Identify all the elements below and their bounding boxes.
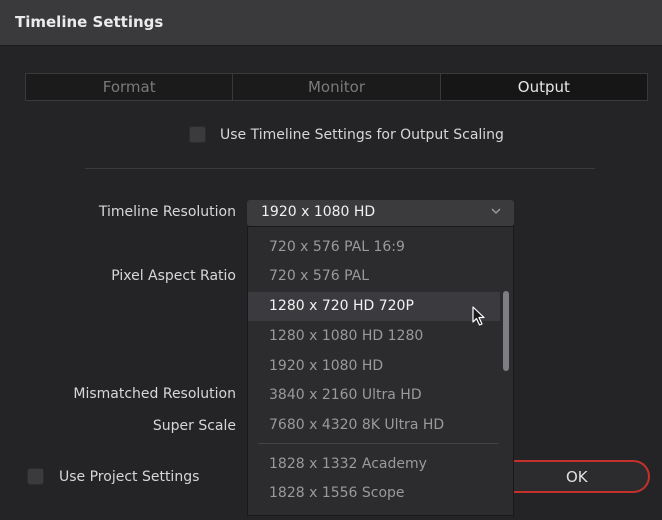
timeline-resolution-select[interactable]: 1920 x 1080 HD [247,200,514,226]
ok-button[interactable]: OK [514,460,650,493]
mismatched-resolution-label: Mismatched Resolution [73,386,236,402]
dropdown-option-highlighted[interactable]: 1280 x 720 HD 720P [248,292,500,321]
dropdown-option[interactable]: 1828 x 1556 Scope [248,479,500,508]
dropdown-separator [258,443,498,444]
mouse-pointer-icon [472,306,485,326]
window-title: Timeline Settings [15,13,164,31]
tab-monitor[interactable]: Monitor [233,74,441,100]
ok-button-label: OK [566,468,588,486]
dropdown-option[interactable]: 720 x 576 PAL 16:9 [248,233,500,262]
section-divider [85,168,595,169]
use-project-settings-checkbox[interactable] [27,468,44,485]
settings-tabs: Format Monitor Output [25,73,648,101]
pixel-aspect-ratio-label: Pixel Aspect Ratio [111,268,236,284]
use-project-settings-label: Use Project Settings [59,469,200,485]
dropdown-option[interactable]: 720 x 576 PAL [248,262,500,291]
dropdown-option[interactable]: 1920 x 1080 HD [248,352,500,381]
scrollbar-thumb[interactable] [503,291,509,371]
output-scaling-checkbox[interactable] [189,126,206,143]
dropdown-option[interactable]: 1828 x 1332 Academy [248,450,500,479]
selected-resolution: 1920 x 1080 HD [261,204,376,220]
dropdown-option[interactable]: 3840 x 2160 Ultra HD [248,381,500,410]
title-bar: Timeline Settings [0,0,662,46]
resolution-dropdown-list: 720 x 576 PAL 16:9 720 x 576 PAL 1280 x … [247,226,514,516]
chevron-down-icon [491,208,501,215]
tab-format[interactable]: Format [26,74,234,100]
super-scale-label: Super Scale [152,418,236,434]
timeline-resolution-label: Timeline Resolution [98,204,236,220]
output-scaling-label: Use Timeline Settings for Output Scaling [220,127,504,143]
tab-output[interactable]: Output [440,74,647,100]
dropdown-option[interactable]: 7680 x 4320 8K Ultra HD [248,411,500,440]
dropdown-option[interactable]: 1280 x 1080 HD 1280 [248,322,500,351]
dropdown-scrollbar[interactable] [503,231,509,511]
